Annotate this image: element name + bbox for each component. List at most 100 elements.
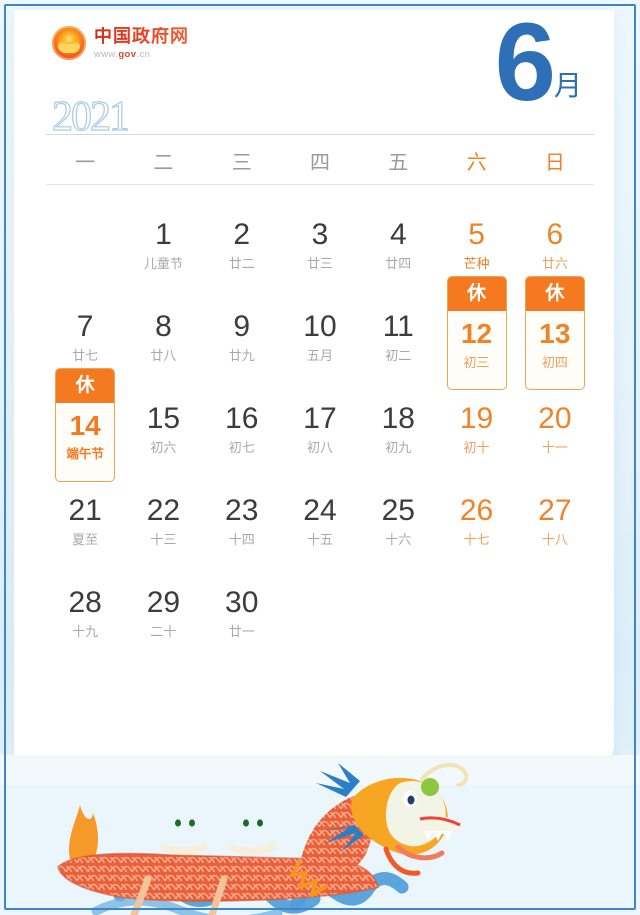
day-cell-23[interactable]: 23 十四 [203, 482, 281, 574]
day-cell-14[interactable]: 休 14 端午节 [46, 368, 124, 482]
brand-name: 中国政府网 [94, 25, 189, 46]
rest-day-badge: 休 [447, 277, 506, 311]
day-cell-12[interactable]: 休 12 初三 [437, 276, 515, 390]
day-cell-24[interactable]: 24 十五 [281, 482, 359, 574]
day-cell-17[interactable]: 17 初八 [281, 390, 359, 482]
day-number: 24 [303, 494, 337, 527]
brand-header[interactable]: 中国政府网 www.gov.cn [52, 26, 189, 60]
day-cell-empty [359, 574, 437, 666]
day-number: 14 [69, 410, 101, 441]
day-number: 20 [538, 402, 572, 435]
day-number: 21 [68, 494, 102, 527]
lunar-label: 廿九 [228, 348, 255, 363]
day-cell-empty [281, 574, 359, 666]
lunar-label: 十五 [306, 532, 333, 547]
lunar-label: 二十 [150, 624, 177, 639]
weekday-header-row: 一二三四五六日 [46, 146, 594, 175]
rest-day-badge: 休 [56, 369, 115, 403]
day-cell-20[interactable]: 20 十一 [516, 390, 594, 482]
month-unit-label: 月 [553, 70, 582, 102]
day-number: 1 [155, 218, 172, 251]
holiday-cell-box: 休 13 初四 [524, 276, 585, 390]
day-cell-empty [437, 574, 515, 666]
lunar-label: 廿二 [228, 256, 255, 271]
day-cell-25[interactable]: 25 十六 [359, 482, 437, 574]
day-cell-28[interactable]: 28 十九 [46, 574, 124, 666]
day-number: 3 [311, 218, 329, 251]
brand-url: www.gov.cn [94, 50, 189, 60]
lunar-label: 初九 [385, 440, 412, 455]
day-cell-9[interactable]: 9 廿九 [203, 298, 281, 390]
weekday-header-4: 四 [309, 152, 330, 174]
day-cell-21[interactable]: 21 夏至 [46, 482, 124, 574]
day-cell-19[interactable]: 19 初十 [437, 390, 515, 482]
calendar-grid: 1 儿童节 2 廿二 3 廿三 4 廿四 5 芒种 6 廿六 7 廿七 8 廿八 9 廿九 10 五月 11 初二休 12 初… [46, 206, 594, 666]
day-cell-empty [46, 206, 124, 298]
lunar-label: 初三 [463, 355, 490, 370]
holiday-cell-box: 休 12 初三 [446, 276, 507, 390]
weekday-header-7: 日 [544, 152, 565, 174]
day-cell-3[interactable]: 3 廿三 [281, 206, 359, 298]
day-number: 28 [68, 586, 102, 619]
day-cell-10[interactable]: 10 五月 [281, 298, 359, 390]
day-number: 29 [146, 586, 181, 619]
day-number: 11 [382, 310, 414, 343]
day-number: 16 [225, 402, 259, 435]
weekday-header-5: 五 [388, 152, 409, 174]
lunar-label: 初八 [306, 440, 333, 455]
lunar-label: 廿六 [541, 256, 568, 271]
calendar-page: 中国政府网 www.gov.cn 2021 6 月 一二三四五六日 1 儿童节 2 廿… [0, 0, 640, 915]
day-number: 27 [538, 494, 572, 527]
day-number: 9 [233, 310, 251, 343]
day-cell-18[interactable]: 18 初九 [359, 390, 437, 482]
brand-url-prefix: www. [94, 48, 119, 60]
day-cell-4[interactable]: 4 廿四 [359, 206, 437, 298]
day-number: 25 [381, 494, 415, 527]
lunar-label: 初十 [463, 440, 490, 455]
lunar-label: 端午节 [66, 447, 104, 461]
day-number: 26 [459, 494, 494, 527]
day-number: 22 [146, 494, 181, 527]
day-number: 6 [546, 218, 564, 251]
lunar-label: 廿四 [385, 256, 412, 271]
day-cell-16[interactable]: 16 初七 [203, 390, 281, 482]
day-number: 19 [459, 402, 494, 435]
rest-day-badge: 休 [525, 277, 584, 311]
day-number: 2 [233, 218, 251, 251]
day-number: 7 [76, 310, 94, 343]
month-display: 6 月 [494, 1, 582, 124]
lunar-label: 十八 [541, 532, 568, 547]
day-cell-8[interactable]: 8 廿八 [124, 298, 202, 390]
year-label: 2021 [51, 94, 130, 140]
month-number: 6 [494, 1, 556, 124]
day-cell-11[interactable]: 11 初二 [359, 298, 437, 390]
holiday-cell-box: 休 14 端午节 [55, 368, 116, 482]
dragon-boat-illustration [0, 755, 640, 915]
day-number: 18 [381, 402, 415, 435]
day-number: 17 [303, 402, 337, 435]
lunar-label: 十一 [541, 440, 568, 455]
lunar-label: 初六 [150, 440, 177, 455]
day-cell-15[interactable]: 15 初六 [124, 390, 202, 482]
day-cell-1[interactable]: 1 儿童节 [124, 206, 202, 298]
lunar-label: 五月 [306, 348, 333, 363]
day-cell-26[interactable]: 26 十七 [437, 482, 515, 574]
lunar-label: 廿三 [306, 256, 333, 271]
header-divider [46, 134, 594, 135]
weekday-header-6: 六 [466, 152, 487, 174]
brand-text: 中国政府网 www.gov.cn [94, 27, 189, 60]
lunar-label: 廿一 [228, 624, 255, 639]
lunar-label: 廿七 [72, 348, 99, 363]
day-cell-2[interactable]: 2 廿二 [203, 206, 281, 298]
day-number: 13 [539, 318, 571, 349]
day-cell-22[interactable]: 22 十三 [124, 482, 202, 574]
lunar-label: 十六 [385, 532, 412, 547]
day-cell-13[interactable]: 休 13 初四 [516, 276, 594, 390]
day-cell-27[interactable]: 27 十八 [516, 482, 594, 574]
day-number: 23 [225, 494, 259, 527]
china-national-emblem-icon [52, 26, 86, 60]
day-number: 15 [146, 402, 181, 435]
day-cell-29[interactable]: 29 二十 [124, 574, 202, 666]
weekday-header-3: 三 [231, 152, 252, 174]
day-cell-30[interactable]: 30 廿一 [203, 574, 281, 666]
